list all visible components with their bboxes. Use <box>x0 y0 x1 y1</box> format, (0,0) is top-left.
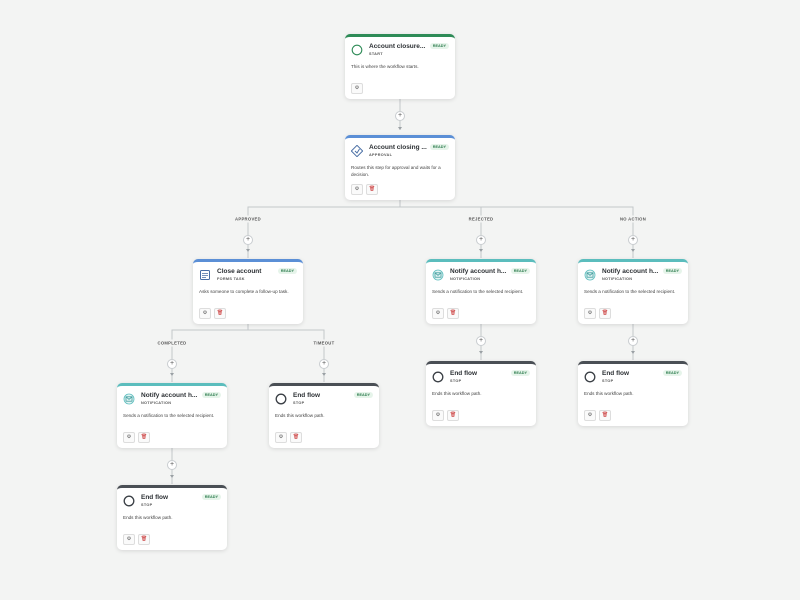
workflow-node-notify[interactable]: Notify account h... NOTIFICATION READY S… <box>578 259 688 324</box>
status-badge: READY <box>429 43 449 49</box>
settings-button[interactable]: ⚙ <box>123 432 135 443</box>
status-badge: READY <box>353 392 373 398</box>
approval-icon <box>351 145 363 157</box>
branch-label-rejected: REJECTED <box>466 215 496 223</box>
status-badge: READY <box>662 370 682 376</box>
add-step-button[interactable]: + <box>628 336 638 346</box>
delete-button[interactable]: 🗑 <box>138 432 150 443</box>
settings-button[interactable]: ⚙ <box>275 432 287 443</box>
status-badge: READY <box>510 370 530 376</box>
delete-button[interactable]: 🗑 <box>214 308 226 319</box>
circle-icon <box>351 44 363 56</box>
node-type: NOTIFICATION <box>450 277 481 281</box>
node-description: Sends a notification to the selected rec… <box>432 289 524 294</box>
node-title: Notify account h... <box>450 268 507 275</box>
node-type: NOTIFICATION <box>602 277 633 281</box>
workflow-node-end[interactable]: End flow STOP READY Ends this workflow p… <box>117 485 227 550</box>
branch-label-completed: COMPLETED <box>155 339 189 347</box>
node-title: Account closing ... <box>369 144 427 151</box>
node-description: Ends this workflow path. <box>123 515 173 520</box>
node-type: STOP <box>293 401 305 405</box>
workflow-node-end[interactable]: End flow STOP READY Ends this workflow p… <box>426 361 536 426</box>
node-type: START <box>369 52 383 56</box>
node-type: STOP <box>141 503 153 507</box>
status-badge: READY <box>662 268 682 274</box>
notification-icon <box>123 393 135 405</box>
settings-button[interactable]: ⚙ <box>199 308 211 319</box>
workflow-node-close-account[interactable]: Close account FORMS TASK READY Asks some… <box>193 259 303 324</box>
workflow-node-end[interactable]: End flow STOP READY Ends this workflow p… <box>269 383 379 448</box>
delete-button[interactable]: 🗑 <box>138 534 150 545</box>
node-title: Account closure... <box>369 43 426 50</box>
node-description: Sends a notification to the selected rec… <box>584 289 676 294</box>
workflow-canvas: APPROVED REJECTED NO ACTION COMPLETED TI… <box>0 0 800 600</box>
node-description: Sends a notification to the selected rec… <box>123 413 215 418</box>
settings-button[interactable]: ⚙ <box>432 410 444 421</box>
add-step-button[interactable]: + <box>319 359 329 369</box>
workflow-node-notify[interactable]: Notify account h... NOTIFICATION READY S… <box>426 259 536 324</box>
status-badge: READY <box>201 392 221 398</box>
status-badge: READY <box>277 268 297 274</box>
delete-button[interactable]: 🗑 <box>447 308 459 319</box>
stop-icon <box>123 495 135 507</box>
node-type: FORMS TASK <box>217 277 245 281</box>
node-description: Asks someone to complete a follow-up tas… <box>199 289 289 294</box>
add-step-button[interactable]: + <box>476 235 486 245</box>
branch-label-timeout: TIMEOUT <box>311 339 337 347</box>
node-description: This is where the workflow starts. <box>351 64 419 69</box>
form-icon <box>200 270 210 280</box>
add-step-button[interactable]: + <box>476 336 486 346</box>
stop-icon <box>275 393 287 405</box>
settings-button[interactable]: ⚙ <box>351 83 363 94</box>
workflow-node-start[interactable]: Account closure... START READY This is w… <box>345 34 455 99</box>
workflow-node-end[interactable]: End flow STOP READY Ends this workflow p… <box>578 361 688 426</box>
node-title: End flow <box>141 494 169 501</box>
status-badge: READY <box>429 144 449 150</box>
notification-icon <box>432 269 444 281</box>
settings-button[interactable]: ⚙ <box>432 308 444 319</box>
branch-label-approved: APPROVED <box>233 215 263 223</box>
delete-button[interactable]: 🗑 <box>599 410 611 421</box>
delete-button[interactable]: 🗑 <box>599 308 611 319</box>
add-step-button[interactable]: + <box>167 460 177 470</box>
node-title: End flow <box>450 370 478 377</box>
node-type: STOP <box>450 379 462 383</box>
node-title: End flow <box>602 370 630 377</box>
add-step-button[interactable]: + <box>395 111 405 121</box>
node-type: NOTIFICATION <box>141 401 172 405</box>
node-title: Notify account h... <box>141 392 198 399</box>
delete-button[interactable]: 🗑 <box>366 184 378 195</box>
delete-button[interactable]: 🗑 <box>290 432 302 443</box>
branch-label-no-action: NO ACTION <box>617 215 649 223</box>
stop-icon <box>584 371 596 383</box>
node-title: Notify account h... <box>602 268 659 275</box>
add-step-button[interactable]: + <box>628 235 638 245</box>
node-description: Ends this workflow path. <box>584 391 634 396</box>
node-title: Close account <box>217 268 262 275</box>
settings-button[interactable]: ⚙ <box>584 308 596 319</box>
node-type: STOP <box>602 379 614 383</box>
node-description: Ends this workflow path. <box>432 391 482 396</box>
stop-icon <box>432 371 444 383</box>
delete-button[interactable]: 🗑 <box>447 410 459 421</box>
add-step-button[interactable]: + <box>167 359 177 369</box>
status-badge: READY <box>201 494 221 500</box>
workflow-node-notify[interactable]: Notify account h... NOTIFICATION READY S… <box>117 383 227 448</box>
node-description: Routes this step for approval and waits … <box>351 165 441 177</box>
add-step-button[interactable]: + <box>243 235 253 245</box>
notification-icon <box>584 269 596 281</box>
settings-button[interactable]: ⚙ <box>123 534 135 545</box>
node-type: APPROVAL <box>369 153 393 157</box>
status-badge: READY <box>510 268 530 274</box>
settings-button[interactable]: ⚙ <box>584 410 596 421</box>
node-title: End flow <box>293 392 321 399</box>
workflow-node-approval[interactable]: Account closing ... APPROVAL READY Route… <box>345 135 455 200</box>
settings-button[interactable]: ⚙ <box>351 184 363 195</box>
node-description: Ends this workflow path. <box>275 413 325 418</box>
